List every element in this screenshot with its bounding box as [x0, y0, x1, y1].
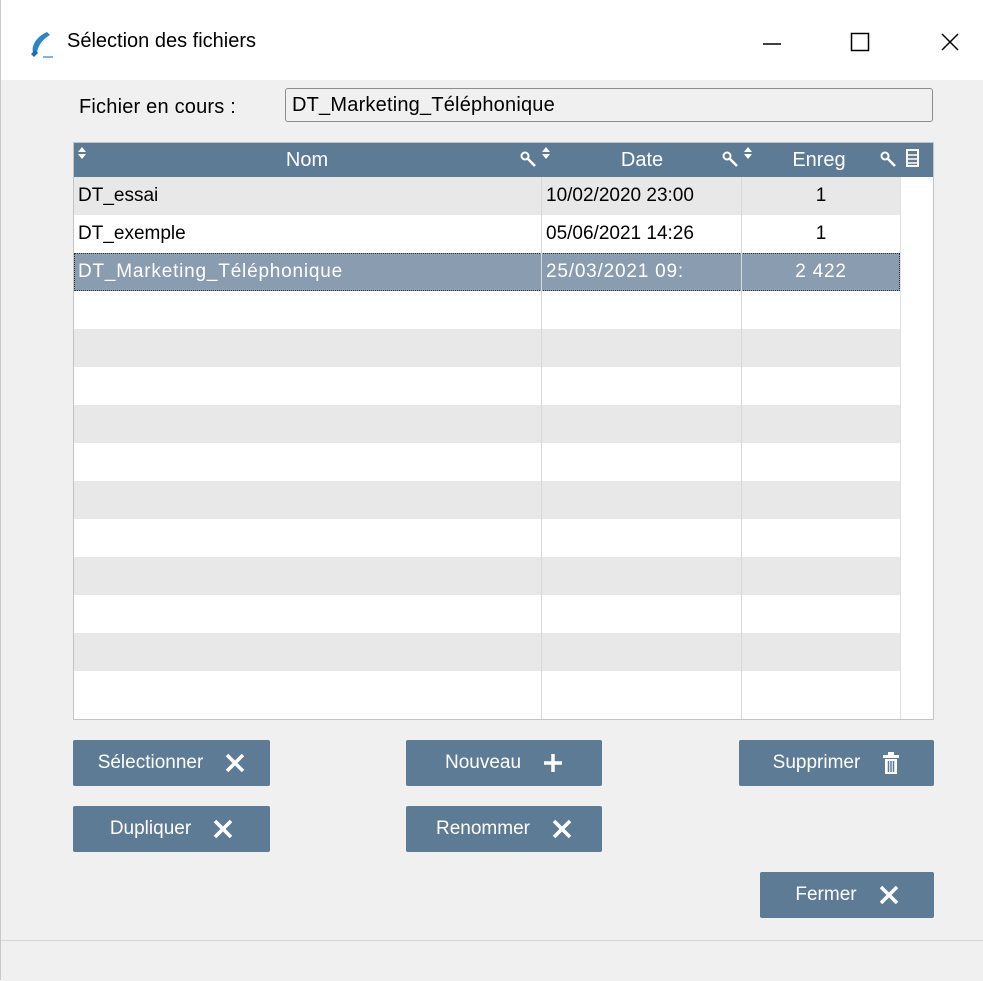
status-bar — [1, 940, 983, 981]
phone-handset-icon — [31, 32, 53, 58]
table-row[interactable] — [74, 633, 900, 671]
maximize-icon — [850, 32, 870, 52]
table-row[interactable] — [74, 671, 900, 709]
minimize-button[interactable] — [749, 22, 795, 62]
table-row[interactable]: DT_Marketing_Téléphonique 25/03/2021 09: 2… — [74, 253, 900, 291]
table-row[interactable] — [74, 557, 900, 595]
close-window-button[interactable] — [927, 22, 973, 62]
close-icon — [941, 33, 959, 51]
cell-date: 05/06/2021 14:26 — [546, 223, 694, 244]
cell-enreg: 1 — [815, 223, 827, 244]
cell-name: DT_exemple — [78, 223, 186, 244]
delete-button-label: Supprimer — [772, 752, 861, 773]
cell-date: 25/03/2021 09: — [546, 261, 684, 282]
column-divider — [541, 177, 542, 719]
column-divider — [741, 177, 742, 719]
file-table[interactable]: Nom Date Enreg DT_essai 10/02/2020 23:00… — [73, 142, 934, 720]
table-row[interactable] — [74, 519, 900, 557]
select-button-label: Sélectionner — [97, 752, 204, 773]
close-icon — [879, 885, 898, 905]
cell-name: DT_essai — [78, 185, 159, 206]
column-header-nom[interactable]: Nom — [74, 143, 540, 177]
table-scrollbar-area[interactable] — [900, 177, 933, 719]
table-row[interactable] — [74, 291, 900, 329]
cell-date: 10/02/2020 23:00 — [546, 185, 694, 206]
table-row[interactable] — [74, 405, 900, 443]
delete-button[interactable]: Supprimer — [739, 740, 934, 786]
select-button[interactable]: Sélectionner — [73, 740, 270, 786]
duplicate-button[interactable]: Dupliquer — [73, 806, 270, 852]
close-icon — [226, 753, 245, 773]
close-button[interactable]: Fermer — [760, 872, 934, 918]
column-chooser-icon[interactable] — [904, 148, 920, 168]
rename-button[interactable]: Renommer — [406, 806, 602, 852]
table-row[interactable] — [74, 443, 900, 481]
close-icon — [213, 819, 233, 839]
table-row[interactable]: DT_essai 10/02/2020 23:00 1 — [74, 177, 900, 215]
column-header-enreg[interactable]: Enreg — [754, 143, 884, 177]
table-row[interactable]: DT_exemple 05/06/2021 14:26 1 — [74, 215, 900, 253]
close-icon — [552, 819, 572, 839]
close-button-label: Fermer — [795, 884, 857, 905]
new-button[interactable]: Nouveau — [406, 740, 602, 786]
table-header: Nom Date Enreg — [74, 143, 933, 177]
trash-icon — [883, 752, 900, 774]
duplicate-button-label: Dupliquer — [109, 818, 192, 839]
current-file-field[interactable] — [285, 88, 933, 122]
cell-name: DT_Marketing_Téléphonique — [78, 261, 344, 282]
sort-arrows-icon[interactable] — [744, 147, 752, 159]
maximize-button[interactable] — [837, 22, 883, 62]
cell-enreg: 2 422 — [795, 261, 847, 282]
table-row[interactable] — [74, 367, 900, 405]
search-icon[interactable] — [520, 151, 538, 169]
cell-enreg: 1 — [815, 185, 827, 206]
title-bar[interactable]: Sélection des fichiers — [1, 0, 983, 80]
search-icon[interactable] — [880, 151, 898, 169]
column-header-date[interactable]: Date — [542, 143, 742, 177]
new-button-label: Nouveau — [444, 752, 522, 773]
table-row[interactable] — [74, 329, 900, 367]
table-body: DT_essai 10/02/2020 23:00 1 DT_exemple 05/06… — [74, 177, 900, 709]
window-title: Sélection des fichiers — [67, 30, 256, 52]
search-icon[interactable] — [722, 151, 740, 169]
rename-button-label: Renommer — [436, 818, 530, 839]
plus-icon — [544, 754, 563, 772]
minimize-icon — [763, 43, 781, 45]
current-file-label: Fichier en cours : — [79, 96, 236, 118]
dialog-window: Sélection des fichiers Fichier en cours … — [0, 0, 983, 981]
table-row[interactable] — [74, 481, 900, 519]
table-row[interactable] — [74, 595, 900, 633]
